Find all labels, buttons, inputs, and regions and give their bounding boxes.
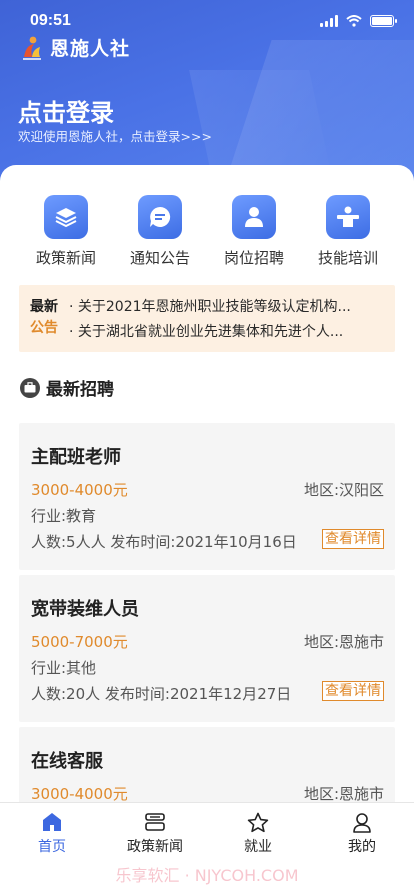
quick-link-label: 政策新闻 <box>35 249 96 267</box>
job-industry: 行业:教育 <box>31 507 97 525</box>
job-area: 地区:恩施市 <box>303 633 384 651</box>
job-meta: 人数:20人 发布时间:2021年12月27日 <box>31 685 292 703</box>
view-details-button[interactable]: 查看详情 <box>322 681 384 701</box>
signal-icon <box>320 15 338 27</box>
job-area: 地区:汉阳区 <box>303 481 384 499</box>
app-title: 恩施人社 <box>50 38 131 60</box>
home-icon <box>2 811 102 833</box>
latest-notices-banner[interactable]: 最新 公告 · 关于2021年恩施州职业技能等级认定机构... · 关于湖北省就… <box>19 285 395 352</box>
user-icon <box>312 811 412 833</box>
people-icon <box>232 195 276 239</box>
lectern-icon <box>326 195 370 239</box>
status-bar: 09:51 <box>0 12 414 34</box>
watermark: 乐享软汇 · NJYCOH.COM <box>115 866 299 885</box>
main-content: 政策新闻 通知公告 岗位招聘 技能培训 最新 公告 · 关于2021年恩施州职业… <box>0 165 414 805</box>
quick-link-label: 通知公告 <box>129 249 190 267</box>
job-area: 地区:恩施市 <box>303 785 384 803</box>
job-card[interactable]: 宽带装维人员 5000-7000元 地区:恩施市 行业:其他 人数:20人 发布… <box>19 575 395 722</box>
layers-icon <box>44 195 88 239</box>
quick-link-label: 技能培训 <box>317 249 378 267</box>
wifi-icon <box>346 15 362 27</box>
job-card[interactable]: 在线客服 3000-4000元 地区:恩施市 <box>19 727 395 805</box>
tab-home[interactable]: 首页 <box>2 811 102 856</box>
quick-link-notices[interactable]: 通知公告 <box>113 195 207 268</box>
tab-label: 政策新闻 <box>127 839 183 855</box>
app-logo-icon <box>23 36 41 60</box>
job-title: 主配班老师 <box>31 447 121 468</box>
section-title-latest-jobs: 最新招聘 <box>20 375 114 400</box>
section-title: 最新招聘 <box>46 380 114 400</box>
quick-link-skill-training[interactable]: 技能培训 <box>301 195 395 268</box>
quick-link-job-recruitment[interactable]: 岗位招聘 <box>207 195 301 268</box>
status-icons <box>320 15 397 27</box>
job-title: 宽带装维人员 <box>31 599 139 620</box>
app-title-bar: 恩施人社 <box>20 34 130 61</box>
briefcase-icon <box>20 377 40 398</box>
battery-icon <box>370 15 397 27</box>
login-subtitle[interactable]: 欢迎使用恩施人社，点击登录>>> <box>18 126 212 145</box>
job-salary: 5000-7000元 <box>31 633 128 651</box>
login-title[interactable]: 点击登录 <box>18 93 114 128</box>
tab-policy-news[interactable]: 政策新闻 <box>105 811 205 856</box>
tab-label: 就业 <box>244 839 272 855</box>
quick-link-policy-news[interactable]: 政策新闻 <box>19 195 113 268</box>
bottom-tab-bar: 首页 政策新闻 就业 我的 <box>0 802 414 858</box>
job-industry: 行业:其他 <box>31 659 97 677</box>
tab-mine[interactable]: 我的 <box>312 811 412 856</box>
notice-item[interactable]: · 关于湖北省就业创业先进集体和先进个人... <box>69 321 387 341</box>
news-icon <box>105 811 205 833</box>
job-title: 在线客服 <box>31 751 103 772</box>
job-card[interactable]: 主配班老师 3000-4000元 地区:汉阳区 行业:教育 人数:5人人 发布时… <box>19 423 395 570</box>
job-salary: 3000-4000元 <box>31 785 128 803</box>
tab-employment[interactable]: 就业 <box>208 811 308 856</box>
job-meta: 人数:5人人 发布时间:2021年10月16日 <box>31 533 297 551</box>
tab-label: 我的 <box>348 839 376 855</box>
job-salary: 3000-4000元 <box>31 481 128 499</box>
notice-item[interactable]: · 关于2021年恩施州职业技能等级认定机构... <box>69 296 387 316</box>
quick-link-label: 岗位招聘 <box>223 249 284 267</box>
view-details-button[interactable]: 查看详情 <box>322 529 384 549</box>
star-icon <box>208 811 308 833</box>
chat-icon <box>138 195 182 239</box>
status-time: 09:51 <box>30 12 71 29</box>
quick-links: 政策新闻 通知公告 岗位招聘 技能培训 <box>0 195 414 275</box>
notice-badge: 最新 公告 <box>30 299 58 336</box>
tab-label: 首页 <box>38 839 66 855</box>
